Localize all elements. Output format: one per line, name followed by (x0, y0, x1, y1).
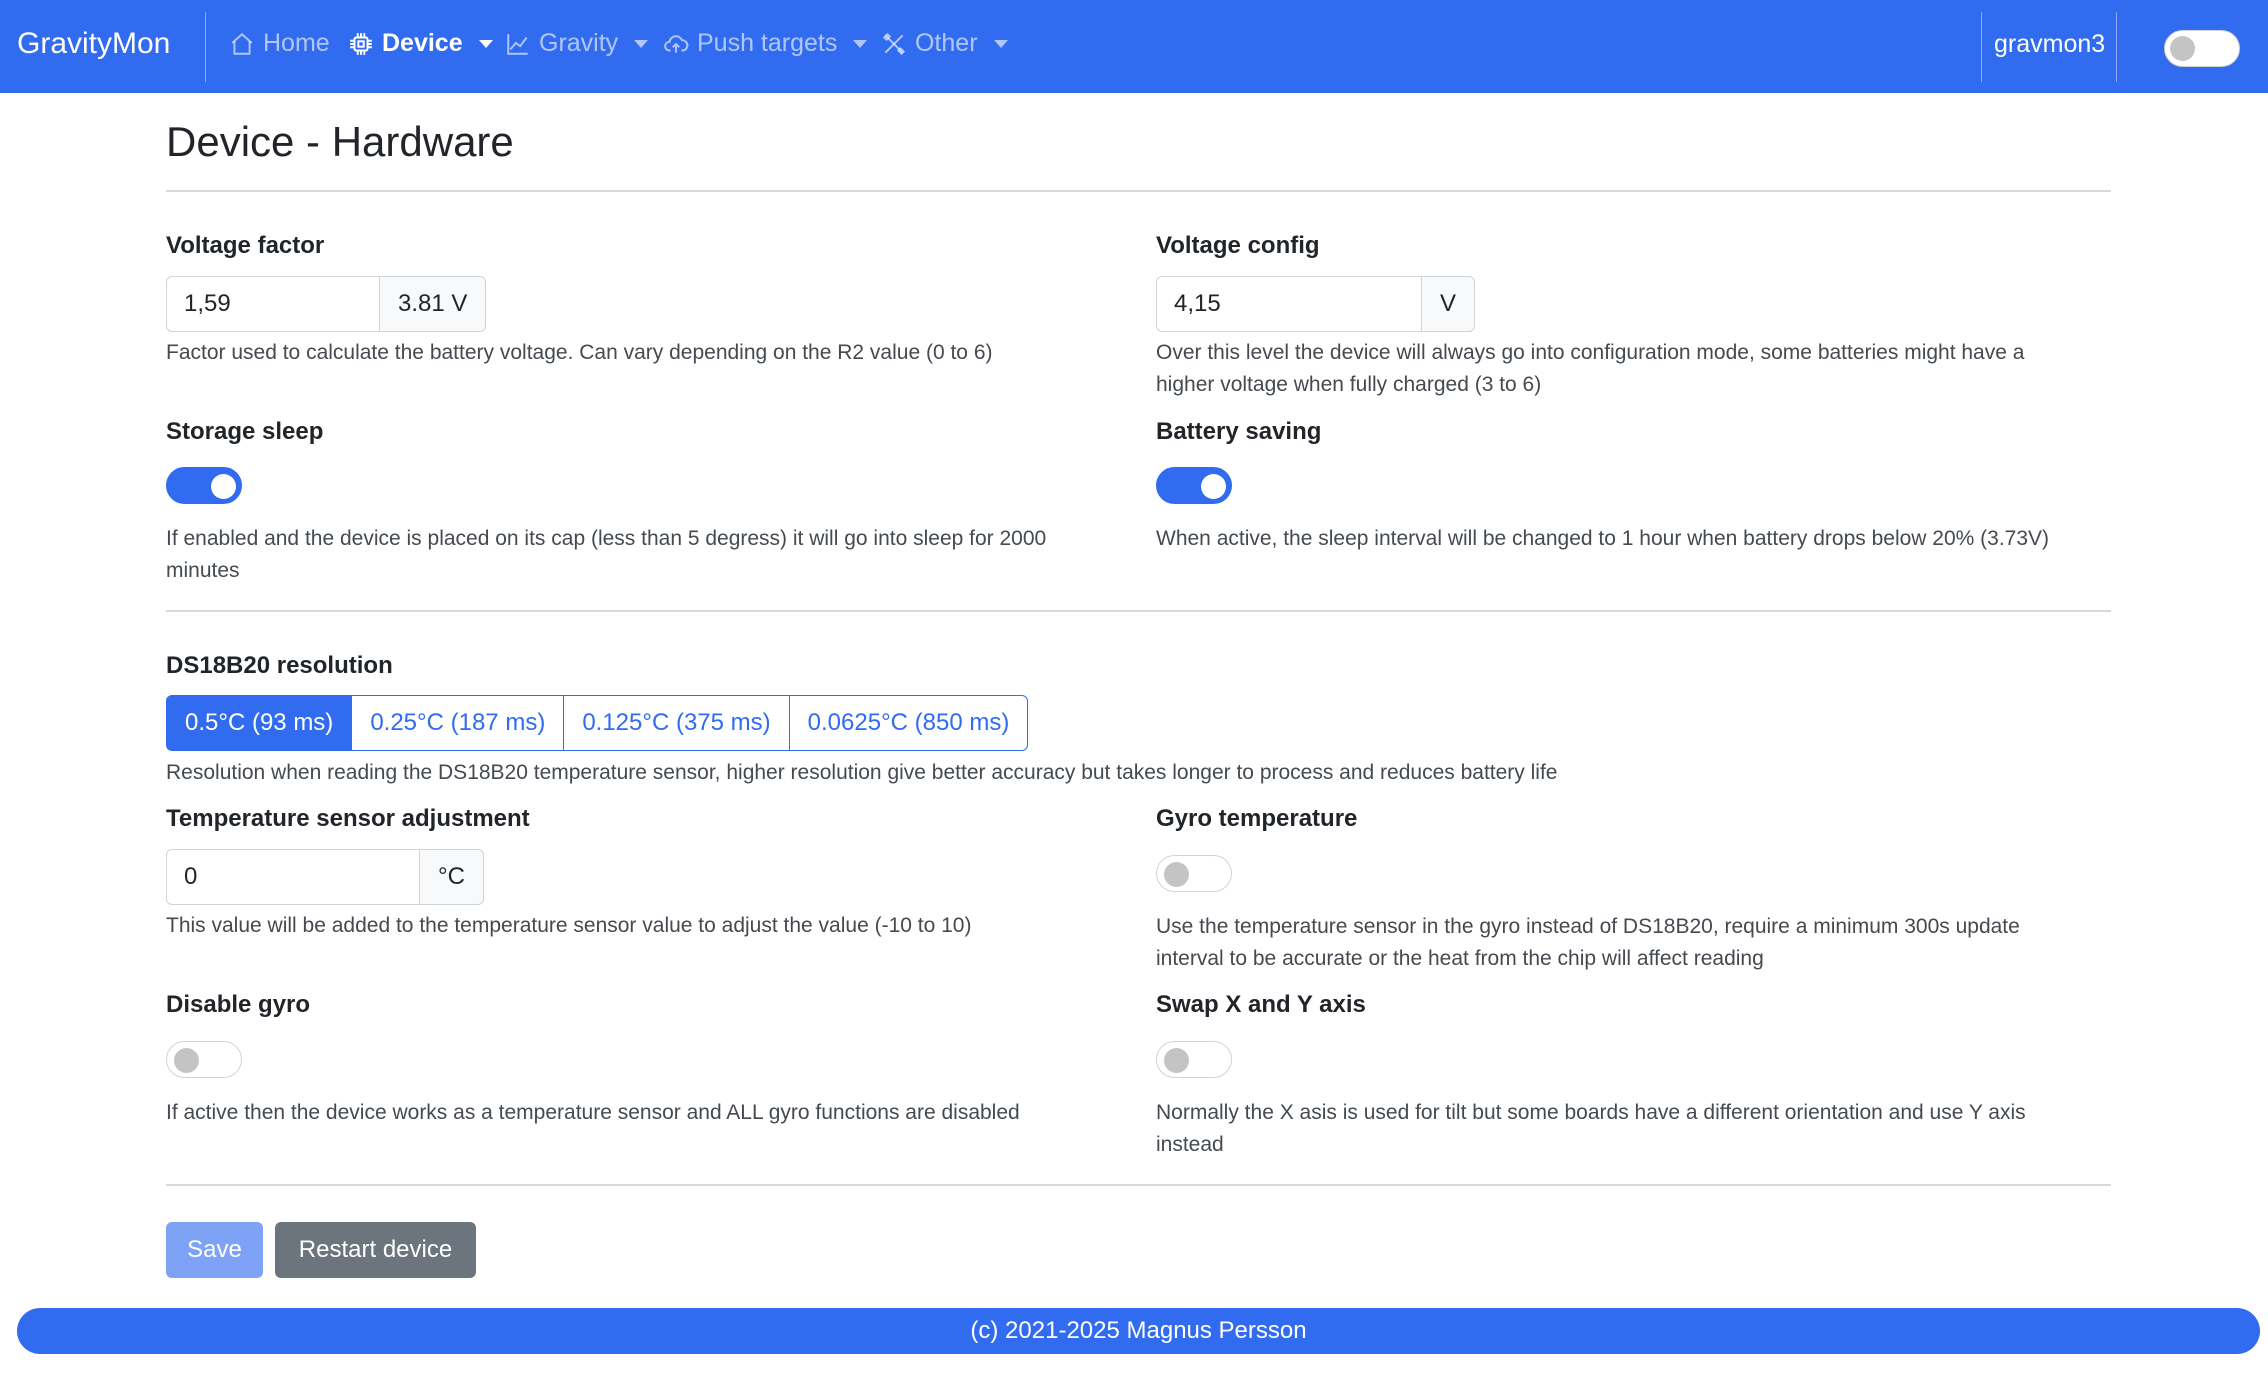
nav-gravity-label: Gravity (539, 29, 619, 57)
storage-sleep-help: If enabled and the device is placed on i… (166, 527, 1047, 582)
navbar: GravityMon Home Device Gravity Push targ… (0, 0, 2268, 93)
voltage-factor-help: Factor used to calculate the battery vol… (166, 341, 993, 364)
house-icon (231, 32, 253, 55)
nav-device[interactable]: Device (348, 29, 493, 58)
storage-sleep-switch[interactable] (166, 467, 242, 504)
nav-home[interactable]: Home (229, 29, 330, 58)
disable-gyro-label: Disable gyro (166, 991, 311, 1018)
nav-device-label: Device (382, 29, 463, 57)
disable-gyro-switch[interactable] (166, 1041, 242, 1078)
voltage-config-help: Over this level the device will always g… (1156, 341, 2025, 396)
voltage-unit-addon: V (1422, 276, 1476, 332)
nav-divider (1981, 12, 1982, 82)
brand-logo[interactable]: GravityMon (17, 27, 170, 61)
storage-sleep-label: Storage sleep (166, 418, 324, 445)
chevron-down-icon (634, 39, 649, 48)
temp-adjust-group: °C (166, 849, 484, 905)
swap-axis-switch[interactable] (1156, 1041, 1232, 1078)
cpu-icon (350, 32, 372, 55)
gyro-temp-label: Gyro temperature (1156, 805, 1358, 832)
switch-knob (1164, 1048, 1189, 1073)
chevron-down-icon (993, 39, 1008, 48)
nav-other[interactable]: Other (881, 29, 1008, 58)
swap-axis-label: Swap X and Y axis (1156, 991, 1366, 1018)
temp-unit-addon: °C (420, 849, 484, 905)
graph-up-icon (507, 33, 528, 55)
temp-adjust-label: Temperature sensor adjustment (166, 805, 530, 832)
switch-knob (174, 1048, 199, 1073)
nav-divider (2116, 12, 2117, 82)
chevron-down-icon (478, 39, 493, 48)
ds18b20-resolution-group: 0.5°C (93 ms) 0.25°C (187 ms) 0.125°C (3… (166, 695, 1029, 751)
ds18b20-resolution-label: DS18B20 resolution (166, 652, 393, 679)
cloud-upload-icon (664, 34, 689, 53)
voltage-factor-label: Voltage factor (166, 232, 325, 259)
nav-push-targets[interactable]: Push targets (663, 29, 868, 58)
resolution-option-0[interactable]: 0.5°C (93 ms) (166, 695, 353, 751)
save-button[interactable]: Save (166, 1222, 263, 1278)
nav-other-label: Other (915, 29, 978, 57)
nav-push-targets-label: Push targets (697, 29, 838, 57)
tools-icon (882, 32, 906, 55)
temp-adjust-help: This value will be added to the temperat… (166, 914, 972, 937)
ds18b20-resolution-help: Resolution when reading the DS18B20 temp… (166, 761, 1558, 784)
restart-device-button[interactable]: Restart device (275, 1222, 476, 1278)
chevron-down-icon (853, 39, 868, 48)
divider (166, 610, 2111, 612)
voltage-reading-addon: 3.81 V (380, 276, 487, 332)
disable-gyro-help: If active then the device works as a tem… (166, 1101, 1020, 1124)
resolution-option-3[interactable]: 0.0625°C (850 ms) (788, 695, 1029, 751)
divider (166, 190, 2111, 192)
battery-saving-label: Battery saving (1156, 418, 1322, 445)
device-hostname: gravmon3 (1994, 30, 2106, 58)
resolution-option-1[interactable]: 0.25°C (187 ms) (351, 695, 565, 751)
gyro-temp-help: Use the temperature sensor in the gyro i… (1156, 915, 2020, 970)
switch-knob (1201, 474, 1226, 499)
gyro-temp-switch[interactable] (1156, 855, 1232, 892)
swap-axis-help: Normally the X asis is used for tilt but… (1156, 1101, 2026, 1156)
voltage-factor-group: 3.81 V (166, 276, 487, 332)
nav-gravity[interactable]: Gravity (505, 29, 649, 58)
divider (166, 1184, 2111, 1186)
toggle-knob (2170, 36, 2195, 61)
switch-knob (1164, 862, 1189, 887)
voltage-config-input[interactable] (1156, 276, 1422, 332)
resolution-option-2[interactable]: 0.125°C (375 ms) (563, 695, 790, 751)
footer: (c) 2021-2025 Magnus Persson (17, 1308, 2260, 1354)
switch-knob (211, 474, 236, 499)
voltage-config-group: V (1156, 276, 1476, 332)
voltage-config-label: Voltage config (1156, 232, 1320, 259)
temp-adjust-input[interactable] (166, 849, 420, 905)
nav-home-label: Home (263, 29, 330, 57)
battery-saving-switch[interactable] (1156, 467, 1232, 504)
battery-saving-help: When active, the sleep interval will be … (1156, 527, 2050, 550)
dark-mode-toggle[interactable] (2164, 30, 2240, 67)
page-title: Device - Hardware (166, 118, 514, 165)
voltage-factor-input[interactable] (166, 276, 380, 332)
nav-divider (205, 12, 206, 82)
